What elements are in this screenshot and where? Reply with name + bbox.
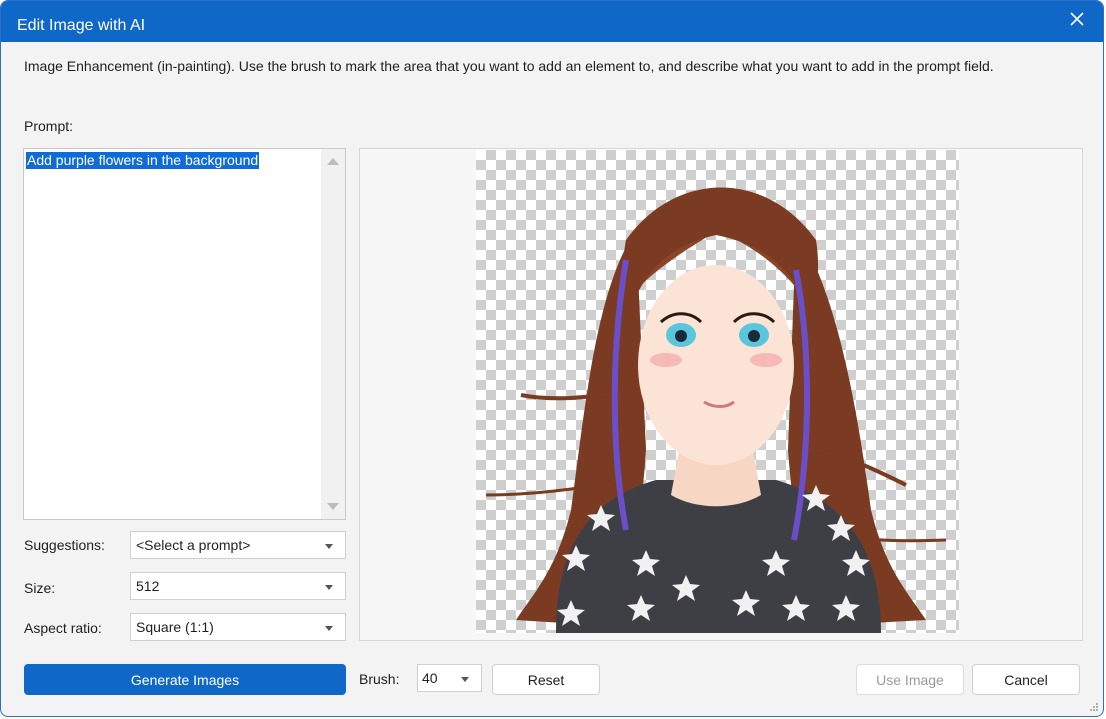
size-value: 512	[136, 578, 160, 594]
scroll-down-arrow-icon[interactable]	[327, 503, 339, 510]
portrait-image	[485, 187, 947, 633]
edit-image-dialog: Edit Image with AI Image Enhancement (in…	[0, 0, 1104, 717]
cancel-button[interactable]: Cancel	[972, 664, 1080, 695]
prompt-label: Prompt:	[24, 118, 74, 134]
chevron-down-icon	[325, 626, 333, 631]
aspect-ratio-value: Square (1:1)	[136, 619, 214, 635]
brush-label: Brush:	[359, 671, 400, 687]
suggestions-value: <Select a prompt>	[136, 537, 251, 553]
chevron-down-icon	[325, 544, 333, 549]
paint-canvas[interactable]	[476, 150, 959, 633]
chevron-down-icon	[461, 677, 469, 682]
aspect-ratio-dropdown[interactable]: Square (1:1)	[130, 613, 346, 641]
dialog-title: Edit Image with AI	[17, 17, 146, 34]
title-bar: Edit Image with AI	[1, 1, 1103, 42]
resize-grip-icon[interactable]	[1089, 702, 1099, 712]
size-dropdown[interactable]: 512	[130, 572, 346, 600]
close-button[interactable]	[1061, 5, 1093, 33]
use-image-button[interactable]: Use Image	[856, 664, 964, 695]
close-icon	[1070, 12, 1084, 26]
scroll-up-arrow-icon[interactable]	[327, 158, 339, 165]
brush-size-value: 40	[422, 670, 438, 686]
brush-size-dropdown[interactable]: 40	[417, 664, 482, 692]
suggestions-label: Suggestions:	[24, 537, 105, 553]
image-canvas-panel	[359, 148, 1083, 641]
size-label: Size:	[24, 580, 56, 596]
prompt-text-selected: Add purple flowers in the background	[26, 152, 260, 169]
description-text: Image Enhancement (in-painting). Use the…	[24, 58, 994, 74]
aspect-ratio-label: Aspect ratio:	[24, 620, 102, 636]
reset-button[interactable]: Reset	[492, 664, 600, 695]
chevron-down-icon	[325, 585, 333, 590]
prompt-scrollbar[interactable]	[321, 149, 345, 519]
generate-images-button[interactable]: Generate Images	[24, 664, 346, 695]
prompt-textarea[interactable]: Add purple flowers in the background	[23, 148, 346, 520]
suggestions-dropdown[interactable]: <Select a prompt>	[130, 531, 346, 559]
